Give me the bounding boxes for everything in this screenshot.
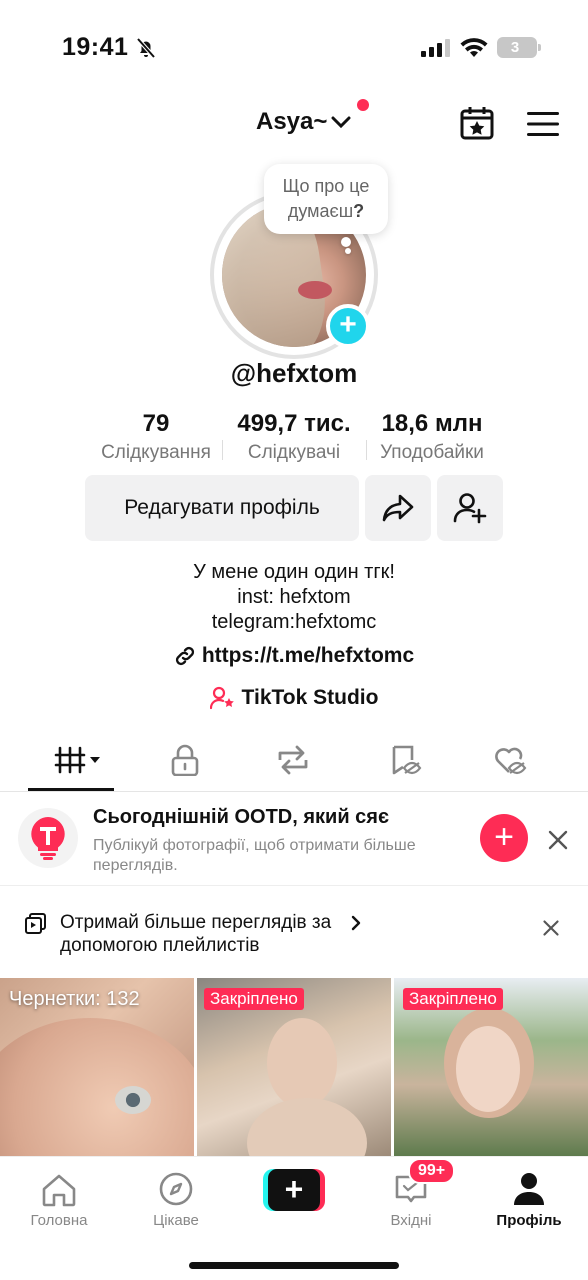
- grid-columns-icon: [54, 746, 100, 774]
- promo-add-button[interactable]: +: [480, 814, 528, 862]
- bubble-line2: думаєш: [287, 201, 354, 221]
- notification-dot: [357, 99, 369, 111]
- username: @hefxtom: [230, 358, 358, 388]
- promo-banner[interactable]: Сьогоднішній OOTD, який сяє Публікуй фот…: [0, 792, 588, 886]
- tab-private[interactable]: [165, 742, 205, 778]
- stat-value: 499,7 тис.: [237, 410, 351, 437]
- playlist-text: Отримай більше переглядів за допомогою п…: [60, 912, 332, 956]
- studio-label: TikTok Studio: [241, 686, 379, 709]
- bio-link-text: https://t.me/hefxtomc: [201, 644, 415, 667]
- repost-icon: [278, 745, 308, 775]
- status-time: 19:41: [62, 33, 129, 61]
- tab-liked[interactable]: [490, 742, 530, 778]
- add-story-button[interactable]: +: [326, 304, 370, 348]
- nav-label: Головна: [30, 1212, 88, 1229]
- person-star-icon: [209, 686, 234, 710]
- menu-icon[interactable]: [527, 111, 559, 137]
- nav-label: Профіль: [496, 1212, 562, 1229]
- nav-discover[interactable]: Цікаве: [126, 1165, 226, 1229]
- bulb-t-icon: [31, 817, 65, 860]
- playlist-suggestion[interactable]: Отримай більше переглядів за допомогою п…: [0, 887, 588, 973]
- stat-likes[interactable]: 18,6 млн Уподобайки: [370, 408, 494, 466]
- stat-label: Слідкування: [101, 442, 211, 463]
- compass-icon: [159, 1172, 193, 1206]
- tab-favorites[interactable]: [385, 742, 425, 778]
- bio-line: inst: hefxtom: [237, 586, 351, 608]
- add-person-icon: [453, 493, 487, 524]
- add-friend-button[interactable]: [437, 475, 503, 541]
- thought-bubble[interactable]: Що про це думаєш?: [264, 164, 388, 234]
- active-tab-indicator: [28, 788, 114, 791]
- link-icon: [175, 646, 194, 666]
- status-bar: 19:41 3: [0, 0, 588, 96]
- pinned-badge: Закріплено: [204, 988, 304, 1010]
- bio-line: У мене один один тгк!: [193, 561, 395, 583]
- tab-reposts[interactable]: [273, 742, 313, 778]
- edit-profile-button[interactable]: Редагувати профіль: [85, 475, 359, 541]
- bio-link[interactable]: https://t.me/hefxtomc: [0, 644, 588, 668]
- drafts-label: Чернетки: 132: [9, 988, 140, 1010]
- video-tile[interactable]: Закріплено: [394, 978, 588, 1156]
- battery-level: 3: [510, 39, 520, 56]
- close-icon[interactable]: [542, 919, 560, 937]
- create-button[interactable]: +: [263, 1169, 325, 1211]
- video-grid: Чернетки: 132 Закріплено Закріплено: [0, 978, 588, 1156]
- eye-image: [115, 1086, 151, 1114]
- chevron-right-icon: [351, 915, 361, 931]
- profile-tabs: [0, 730, 588, 792]
- bookmark-hidden-icon: [392, 745, 422, 775]
- video-tile[interactable]: Закріплено: [197, 978, 391, 1156]
- share-icon: [382, 494, 414, 522]
- share-profile-button[interactable]: [365, 475, 431, 541]
- bubble-question: ?: [353, 201, 365, 221]
- stat-value: 79: [142, 410, 170, 437]
- home-indicator: [189, 1262, 399, 1269]
- home-icon: [42, 1174, 76, 1207]
- wifi-icon: [460, 38, 488, 57]
- account-name: Asya~: [256, 108, 328, 135]
- stat-followers[interactable]: 499,7 тис. Слідкувачі: [226, 408, 362, 466]
- nav-label: Цікаве: [153, 1212, 199, 1229]
- nav-label: Вхідні: [390, 1212, 432, 1229]
- stat-label: Уподобайки: [380, 442, 484, 463]
- stat-label: Слідкувачі: [247, 442, 341, 463]
- nav-profile[interactable]: Профіль: [479, 1165, 579, 1229]
- promo-logo: [18, 808, 78, 868]
- heart-hidden-icon: [495, 747, 527, 775]
- bell-muted-icon: [136, 37, 156, 59]
- stat-value: 18,6 млн: [381, 410, 483, 437]
- tiktok-studio-link[interactable]: TikTok Studio: [0, 686, 588, 710]
- pinned-badge: Закріплено: [403, 988, 503, 1010]
- lock-icon: [171, 744, 199, 776]
- calendar-star-icon[interactable]: [460, 106, 494, 140]
- playlist-icon: [25, 913, 46, 934]
- cellular-signal-icon: [421, 39, 450, 57]
- account-switcher[interactable]: Asya~: [256, 108, 351, 136]
- promo-title: Сьогоднішній OOTD, який сяє: [93, 806, 390, 828]
- bubble-line1: Що про це: [282, 176, 370, 196]
- stat-following[interactable]: 79 Слідкування: [96, 408, 216, 466]
- promo-subtitle: Публікуй фотографії, щоб отримати більше…: [93, 837, 416, 874]
- profile-icon: [514, 1173, 544, 1205]
- battery-icon: 3: [497, 37, 541, 58]
- drafts-tile[interactable]: Чернетки: 132: [0, 978, 194, 1156]
- chevron-down-icon: [331, 116, 351, 129]
- tab-videos[interactable]: [50, 742, 106, 778]
- close-icon[interactable]: [547, 829, 569, 851]
- nav-home[interactable]: Головна: [9, 1165, 109, 1229]
- plus-icon: +: [268, 1169, 320, 1211]
- bio-line: telegram:hefxtomc: [211, 611, 377, 633]
- inbox-badge: 99+: [408, 1158, 456, 1184]
